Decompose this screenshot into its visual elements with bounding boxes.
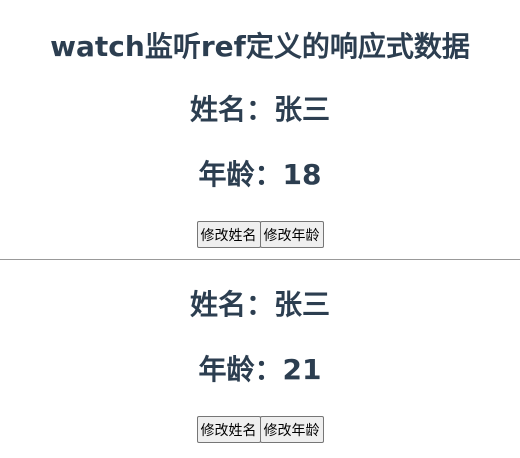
name-label: 姓名：	[189, 288, 274, 321]
name-display: 姓名：张三	[0, 93, 520, 127]
age-display: 年龄：21	[0, 353, 520, 387]
age-label: 年龄：	[198, 158, 283, 191]
button-row: 修改姓名 修改年龄	[0, 221, 520, 248]
age-value: 21	[282, 353, 322, 386]
change-name-button[interactable]: 修改姓名	[196, 416, 261, 443]
person-section-two: 姓名：张三 年龄：21 修改姓名 修改年龄	[0, 288, 520, 443]
age-display: 年龄：18	[0, 158, 520, 192]
change-age-button[interactable]: 修改年龄	[259, 221, 324, 248]
section-divider	[0, 259, 520, 260]
change-age-button[interactable]: 修改年龄	[259, 416, 324, 443]
name-label: 姓名：	[189, 93, 274, 126]
change-name-button[interactable]: 修改姓名	[196, 221, 261, 248]
app-root: watch监听ref定义的响应式数据 姓名：张三 年龄：18 修改姓名 修改年龄 …	[0, 0, 520, 443]
button-row: 修改姓名 修改年龄	[0, 416, 520, 443]
age-value: 18	[282, 158, 322, 191]
name-display: 姓名：张三	[0, 288, 520, 322]
name-value: 张三	[274, 93, 331, 126]
age-label: 年龄：	[198, 353, 283, 386]
name-value: 张三	[274, 288, 331, 321]
person-section-one: 姓名：张三 年龄：18 修改姓名 修改年龄	[0, 93, 520, 248]
page-title: watch监听ref定义的响应式数据	[50, 30, 470, 63]
